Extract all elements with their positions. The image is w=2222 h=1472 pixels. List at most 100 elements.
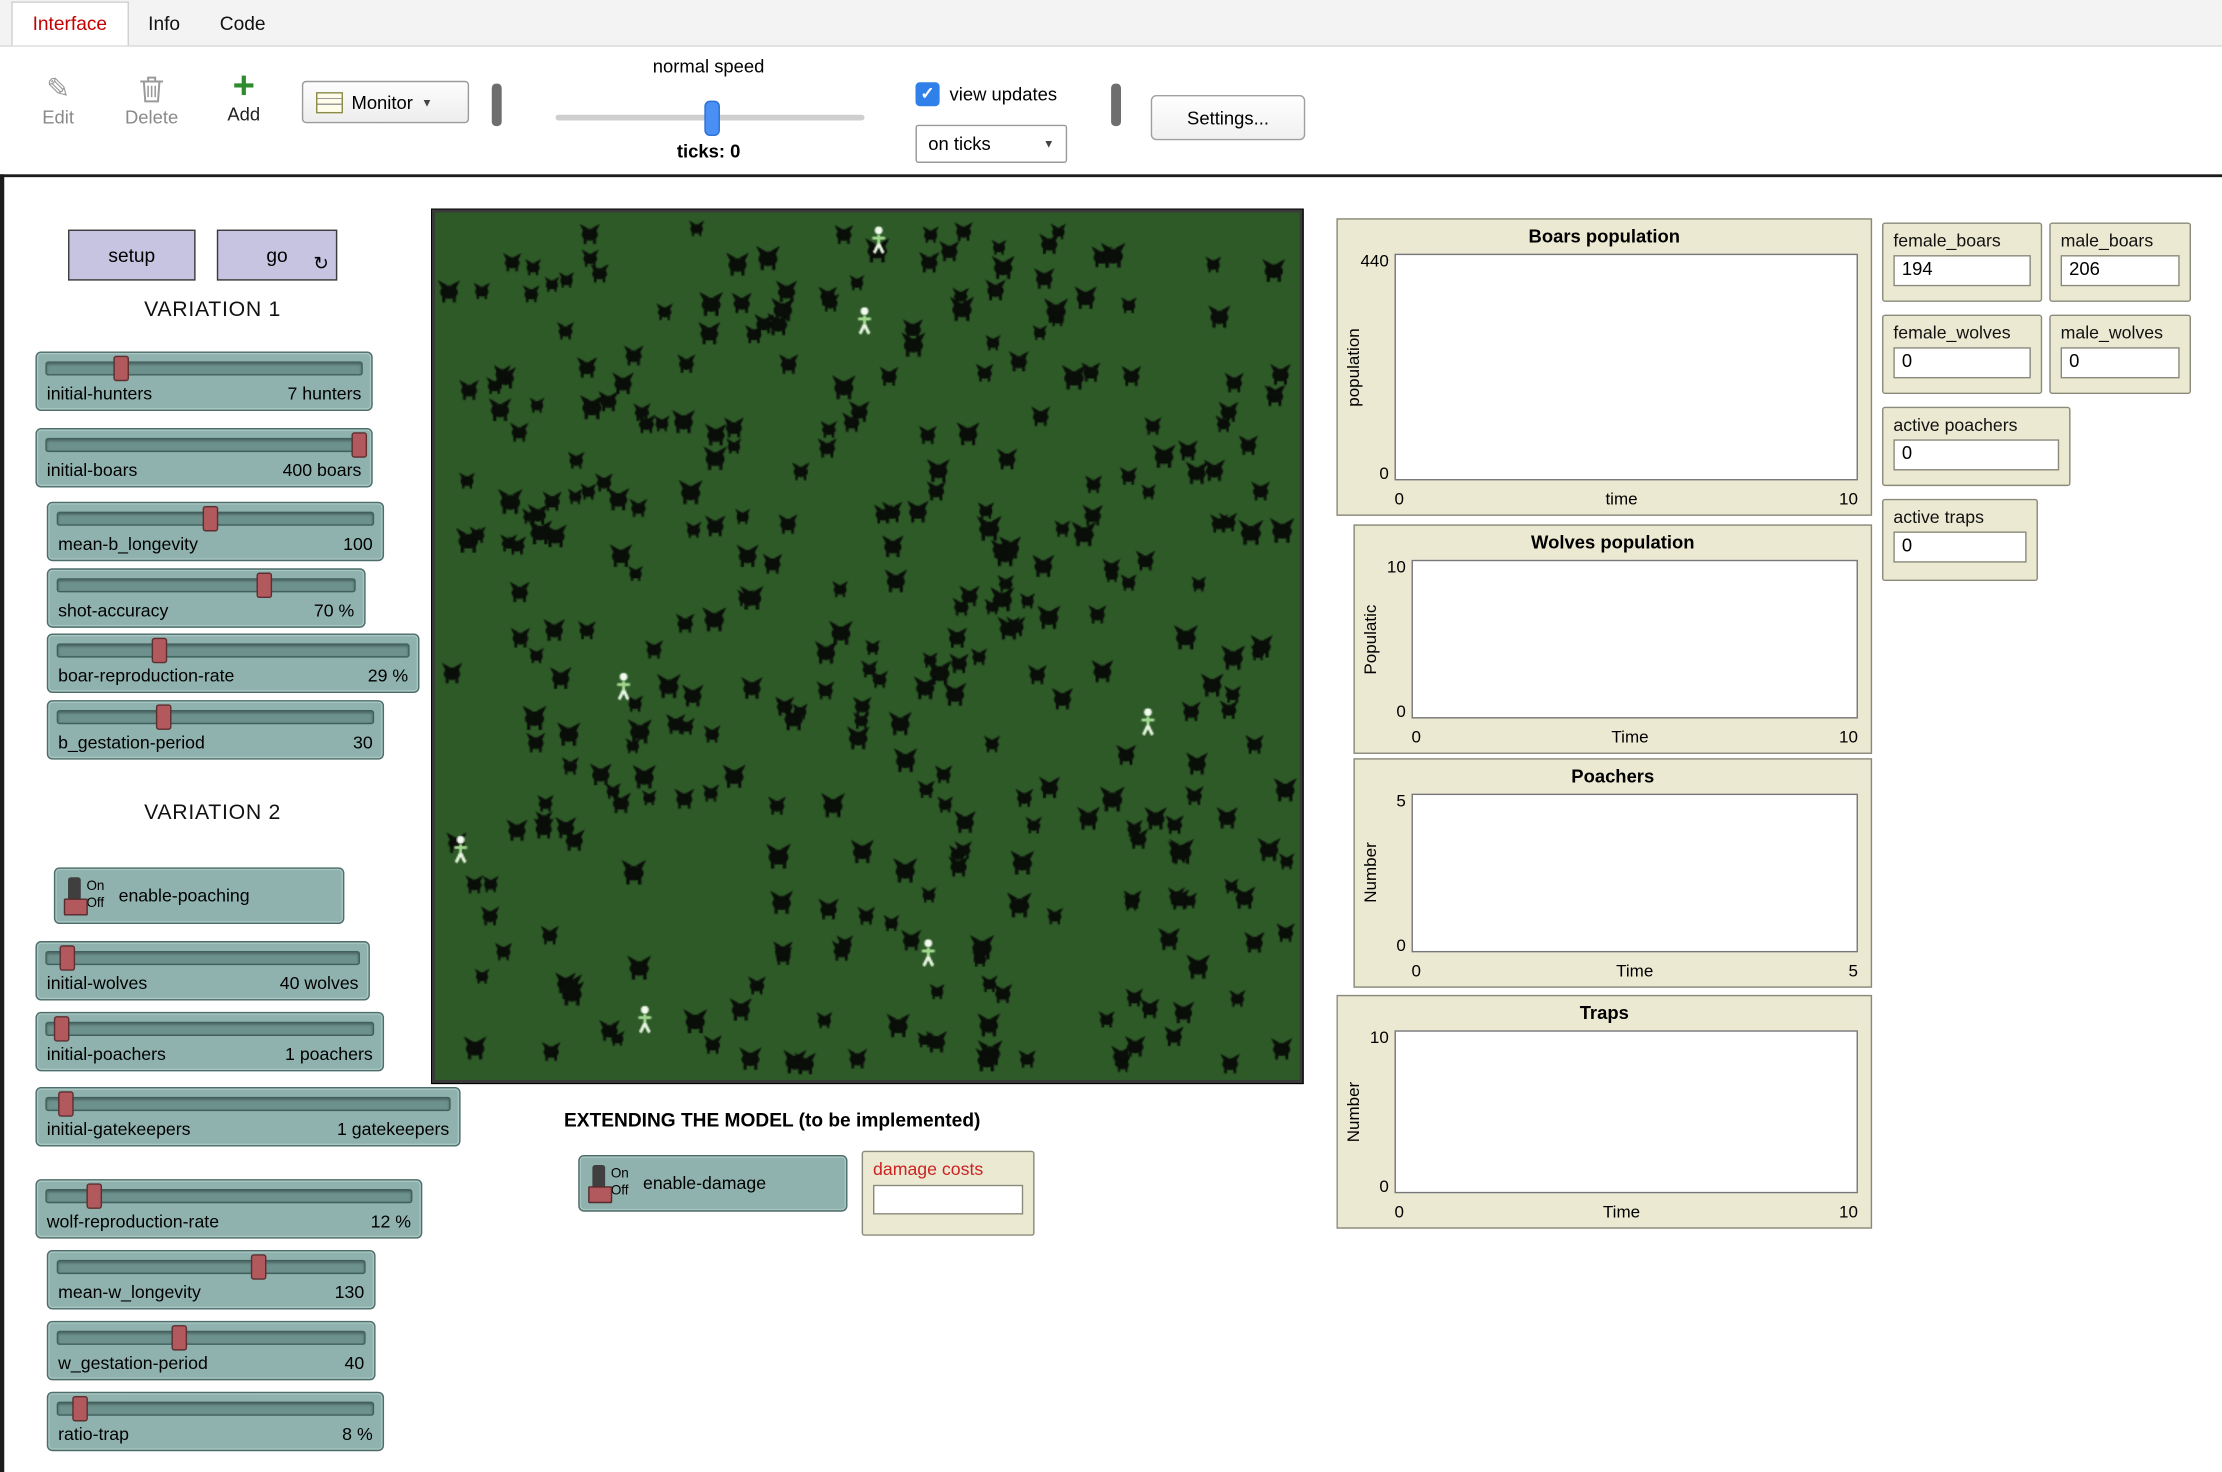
view-updates-label: view updates xyxy=(950,84,1058,105)
slider-track xyxy=(45,438,362,452)
tab-info[interactable]: Info xyxy=(128,3,200,46)
slider-initial-wolves[interactable]: initial-wolves40 wolves xyxy=(35,941,369,1001)
slider-track xyxy=(45,1022,374,1036)
slider-handle[interactable] xyxy=(60,945,76,971)
x-axis-row: 0 Time 10 xyxy=(1412,727,1858,747)
off-label: Off xyxy=(611,1183,629,1200)
slider-handle[interactable] xyxy=(155,704,171,730)
x-axis-row: 0 time 10 xyxy=(1395,489,1858,509)
slider-value: 29 % xyxy=(368,666,408,686)
x-axis-max: 5 xyxy=(1848,961,1857,981)
tab-interface[interactable]: Interface xyxy=(11,1,128,45)
plus-icon: + xyxy=(215,67,272,104)
slider-mean-w-longevity[interactable]: mean-w_longevity130 xyxy=(47,1250,376,1310)
settings-button[interactable]: Settings... xyxy=(1151,95,1305,140)
go-label: go xyxy=(266,244,287,265)
slider-handle[interactable] xyxy=(72,1396,88,1422)
ticks-counter: ticks: 0 xyxy=(567,140,850,161)
slider-ratio-trap[interactable]: ratio-trap 8 % xyxy=(47,1392,384,1452)
slider-initial-hunters[interactable]: initial-hunters7 hunters xyxy=(35,351,372,411)
speed-slider-handle[interactable] xyxy=(704,101,720,136)
netlogo-app: Interface Info Code ✎ Edit Delete + Add … xyxy=(0,0,2222,1472)
slider-handle[interactable] xyxy=(54,1016,70,1042)
world-canvas[interactable] xyxy=(435,213,1299,1080)
monitor-value: 0 xyxy=(1893,531,2026,562)
toolbar-separator xyxy=(1111,84,1121,127)
y-axis-label: Number xyxy=(1344,1044,1364,1179)
slider-value: 400 boars xyxy=(283,461,362,481)
y-axis-min: 0 xyxy=(1363,702,1406,722)
monitor-label: female_boars xyxy=(1893,231,2030,251)
plot-traps: Traps 10 Number 0 0 Time 10 xyxy=(1336,995,1872,1229)
slider-handle[interactable] xyxy=(152,638,168,664)
delete-button[interactable]: Delete xyxy=(116,69,187,127)
slider-handle[interactable] xyxy=(87,1183,103,1209)
world-view[interactable] xyxy=(432,210,1302,1083)
monitor-male-boars: male_boars 206 xyxy=(2049,223,2191,302)
slider-handle[interactable] xyxy=(202,506,218,532)
switch-groove[interactable] xyxy=(68,877,81,914)
slider-boar-reproduction-rate[interactable]: boar-reproduction-rate29 % xyxy=(47,633,420,693)
slider-track xyxy=(57,1331,366,1345)
y-axis-label: Populatic xyxy=(1361,574,1381,704)
edit-button[interactable]: ✎ Edit xyxy=(28,69,88,127)
slider-mean-b-longevity[interactable]: mean-b_longevity100 xyxy=(47,502,384,562)
x-axis-max: 10 xyxy=(1839,489,1858,509)
slider-shot-accuracy[interactable]: shot-accuracy70 % xyxy=(47,568,366,628)
monitor-value: 0 xyxy=(2061,347,2180,378)
slider-initial-gatekeepers[interactable]: initial-gatekeepers1 gatekeepers xyxy=(35,1087,460,1147)
plot-area xyxy=(1395,254,1858,481)
slider-handle[interactable] xyxy=(58,1091,74,1117)
speed-label: normal speed xyxy=(567,55,850,76)
switch-groove[interactable] xyxy=(592,1165,605,1202)
monitor-value: 0 xyxy=(1893,439,2059,470)
x-axis-row: 0 Time 10 xyxy=(1395,1202,1858,1222)
go-button[interactable]: go ↻ xyxy=(217,230,337,281)
slider-handle[interactable] xyxy=(257,573,273,599)
add-label: Add xyxy=(215,103,272,124)
tab-bar: Interface Info Code xyxy=(0,0,2222,47)
slider-handle[interactable] xyxy=(250,1254,266,1280)
slider-initial-poachers[interactable]: initial-poachers1 poachers xyxy=(35,1012,384,1072)
switch-enable-poaching[interactable]: On Off enable-poaching xyxy=(54,867,345,924)
slider-initial-boars[interactable]: initial-boars400 boars xyxy=(35,428,372,488)
slider-value: 1 poachers xyxy=(285,1044,373,1064)
slider-value: 8 % xyxy=(342,1424,373,1444)
monitor-female-wolves: female_wolves 0 xyxy=(1882,315,2042,394)
variation2-heading: VARIATION 2 xyxy=(35,801,389,825)
widget-type-dropdown[interactable]: Monitor ▼ xyxy=(302,81,469,124)
update-mode-select[interactable]: on ticks ▼ xyxy=(916,125,1068,163)
x-axis-max: 10 xyxy=(1839,1202,1858,1222)
switch-knob[interactable] xyxy=(64,899,88,916)
plot-title: Poachers xyxy=(1355,765,1871,786)
x-axis-min: 0 xyxy=(1412,961,1421,981)
monitor-female-boars: female_boars 194 xyxy=(1882,223,2042,302)
slider-handle[interactable] xyxy=(114,356,130,382)
widget-type-label: Monitor xyxy=(351,91,412,112)
add-button[interactable]: + Add xyxy=(215,67,272,125)
switch-enable-damage[interactable]: On Off enable-damage xyxy=(578,1155,847,1212)
slider-label: ratio-trap xyxy=(58,1424,129,1444)
monitor-value: 206 xyxy=(2061,255,2180,286)
slider-wolf-reproduction-rate[interactable]: wolf-reproduction-rate12 % xyxy=(35,1179,422,1239)
view-updates-checkbox[interactable]: ✓ xyxy=(916,82,940,106)
slider-track xyxy=(57,578,356,592)
monitor-active-poachers: active poachers 0 xyxy=(1882,407,2070,486)
switch-on-off-labels: On Off xyxy=(611,1167,629,1201)
slider-handle[interactable] xyxy=(351,432,367,458)
slider-w-gestation-period[interactable]: w_gestation-period40 xyxy=(47,1321,376,1381)
damage-costs-input[interactable] xyxy=(873,1185,1023,1215)
switch-on-off-labels: On Off xyxy=(86,879,104,913)
slider-label: mean-b_longevity xyxy=(58,534,198,554)
chevron-down-icon: ▼ xyxy=(1043,137,1054,150)
switch-knob[interactable] xyxy=(588,1186,612,1203)
monitor-value: 194 xyxy=(1893,255,2030,286)
slider-handle[interactable] xyxy=(172,1325,188,1351)
x-axis-min: 0 xyxy=(1412,727,1421,747)
slider-b-gestation-period[interactable]: b_gestation-period30 xyxy=(47,700,384,760)
trash-icon xyxy=(116,69,187,106)
slider-value: 130 xyxy=(335,1283,365,1303)
setup-button[interactable]: setup xyxy=(68,230,196,281)
tab-code[interactable]: Code xyxy=(200,3,285,46)
x-axis-row: 0 Time 5 xyxy=(1412,961,1858,981)
